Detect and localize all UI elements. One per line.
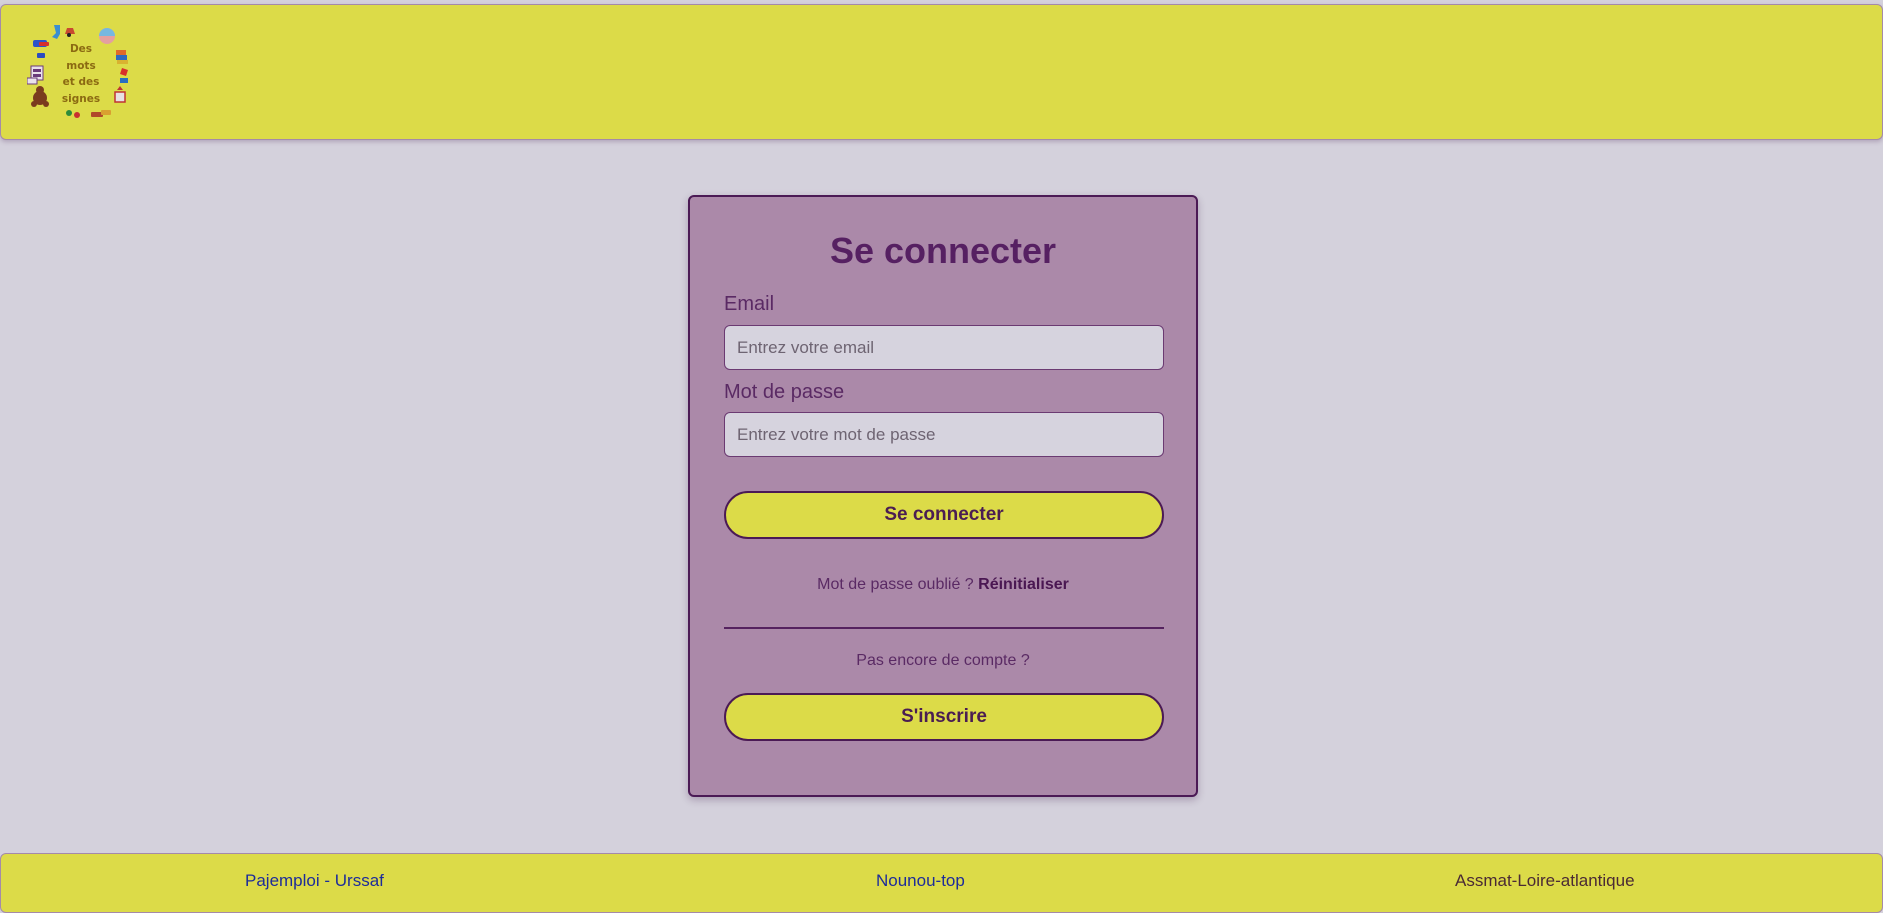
login-card: Se connecter Email Mot de passe Se conne… [688, 195, 1198, 797]
footer-link-pajemploi[interactable]: Pajemploi - Urssaf [245, 871, 384, 891]
password-label: Mot de passe [724, 381, 845, 403]
site-footer: Pajemploi - Urssaf Nounou-top Assmat-Loi… [0, 853, 1883, 913]
no-account-text: Pas encore de compte ? [856, 652, 1030, 669]
site-header: Des mots et des signes [0, 4, 1883, 140]
reset-password-link[interactable]: Réinitialiser [978, 576, 1069, 593]
footer-link-assmat[interactable]: Assmat-Loire-atlantique [1455, 871, 1635, 891]
email-input[interactable] [724, 325, 1164, 370]
site-logo[interactable]: Des mots et des signes [26, 20, 137, 126]
logo-line: Des [69, 43, 93, 55]
forgot-password-row: Mot de passe oublié ? Réinitialiser [690, 576, 1196, 594]
logo-line: mots [66, 59, 96, 72]
email-label: Email [724, 293, 775, 315]
footer-link-nounou-top[interactable]: Nounou-top [876, 871, 965, 891]
logo-text: Des mots et des signes [55, 41, 107, 107]
login-button[interactable]: Se connecter [724, 491, 1164, 539]
login-title: Se connecter [829, 230, 1057, 271]
divider [724, 627, 1164, 629]
signup-button[interactable]: S'inscrire [724, 693, 1164, 741]
logo-line: et des [62, 76, 100, 88]
password-input[interactable] [724, 412, 1164, 457]
forgot-password-text: Mot de passe oublié ? [817, 576, 974, 593]
logo-line: signes [61, 92, 101, 105]
